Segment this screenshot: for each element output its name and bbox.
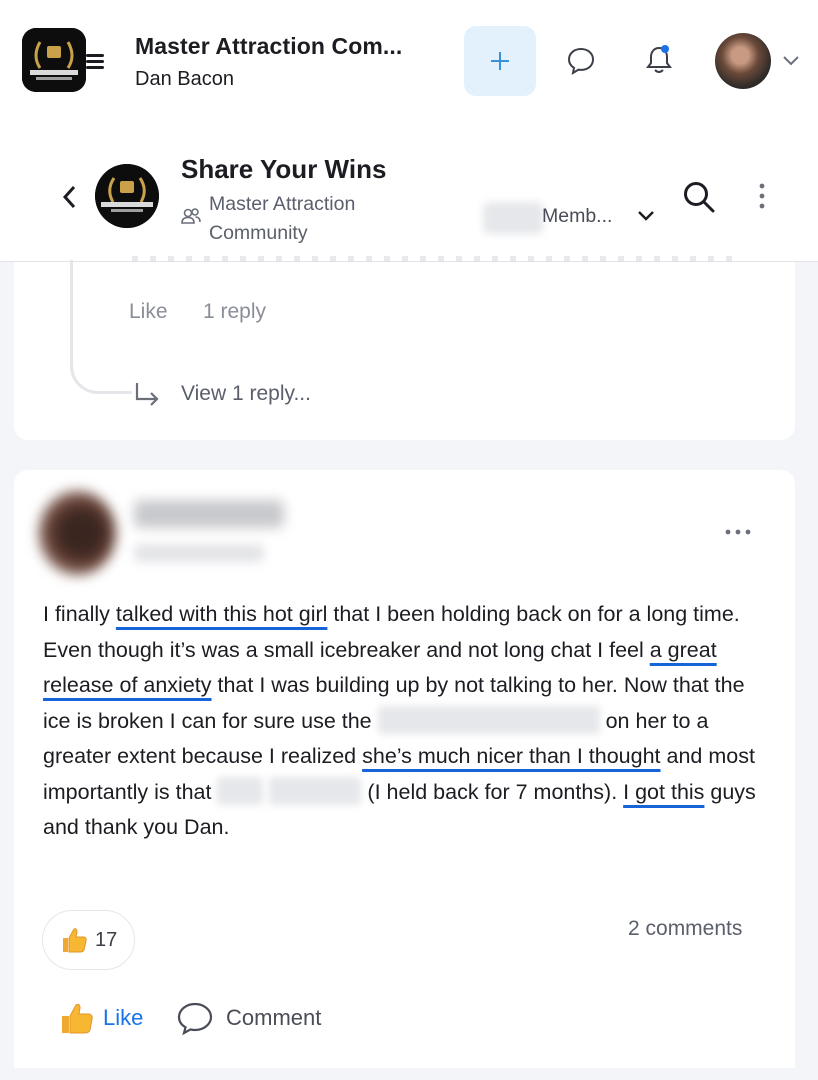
redacted-text	[377, 705, 600, 734]
group-title: Share Your Wins	[181, 154, 387, 184]
comment-reply-count[interactable]: 1 reply	[203, 300, 266, 324]
reaction-count: 17	[95, 929, 118, 951]
post-author-avatar[interactable]	[38, 490, 116, 576]
page-bottom-edge	[0, 1068, 818, 1080]
comment-icon	[177, 1002, 213, 1036]
back-arrow-icon[interactable]	[60, 184, 80, 210]
comments-count[interactable]: 2 comments	[628, 917, 742, 941]
post-author-name-redacted	[134, 500, 284, 528]
highlighted-phrase: talked with this hot girl	[115, 602, 328, 626]
app-title: Master Attraction Com...	[135, 33, 403, 59]
post-body: I finally talked with this hot girl that…	[43, 602, 756, 839]
reply-arrow-icon	[135, 383, 159, 406]
highlighted-phrase: she’s much nicer than I thought	[362, 744, 661, 768]
app-user-name: Dan Bacon	[135, 68, 234, 90]
more-vertical-icon[interactable]	[753, 182, 771, 212]
group-header: Share Your Wins Master Attraction Commun…	[0, 120, 818, 262]
like-button[interactable]: Like	[58, 998, 158, 1040]
laurel-logo-icon	[95, 164, 159, 228]
search-icon[interactable]	[682, 180, 716, 214]
redacted-text	[217, 776, 264, 805]
group-community-name[interactable]: Master Attraction Community	[209, 190, 409, 248]
highlighted-phrase: I got this	[623, 779, 705, 804]
group-logo	[95, 164, 159, 228]
app-logo[interactable]	[22, 28, 86, 92]
thumbs-up-icon	[62, 1003, 93, 1034]
thumbs-up-icon	[63, 928, 87, 953]
members-count-redacted	[483, 202, 543, 234]
top-app-bar: Master Attraction Com... Dan Bacon	[0, 0, 818, 120]
redacted-text	[269, 776, 362, 805]
laurel-logo-icon	[22, 28, 86, 92]
comment-like-button[interactable]: Like	[129, 300, 168, 324]
thread-line	[70, 260, 132, 394]
chat-bubble-icon[interactable]	[566, 46, 596, 76]
like-button-label: Like	[103, 1005, 144, 1030]
post-timestamp-redacted	[134, 544, 264, 562]
reaction-summary[interactable]: 17	[42, 910, 135, 970]
user-avatar[interactable]	[715, 33, 771, 89]
hamburger-icon[interactable]	[84, 50, 106, 72]
members-icon	[181, 208, 201, 224]
bell-icon[interactable]	[644, 44, 674, 76]
more-horizontal-icon[interactable]	[724, 527, 752, 537]
comment-button-label: Comment	[226, 1005, 322, 1030]
view-replies-link[interactable]: View 1 reply...	[181, 382, 311, 406]
chevron-down-icon[interactable]	[782, 53, 800, 67]
previous-comment-card: Like 1 reply	[14, 256, 795, 440]
members-label[interactable]: Memb...	[542, 205, 612, 228]
create-button[interactable]	[464, 26, 536, 96]
chevron-down-icon[interactable]	[637, 209, 655, 223]
clipped-text-row	[132, 256, 732, 262]
comment-button[interactable]: Comment	[176, 998, 346, 1040]
